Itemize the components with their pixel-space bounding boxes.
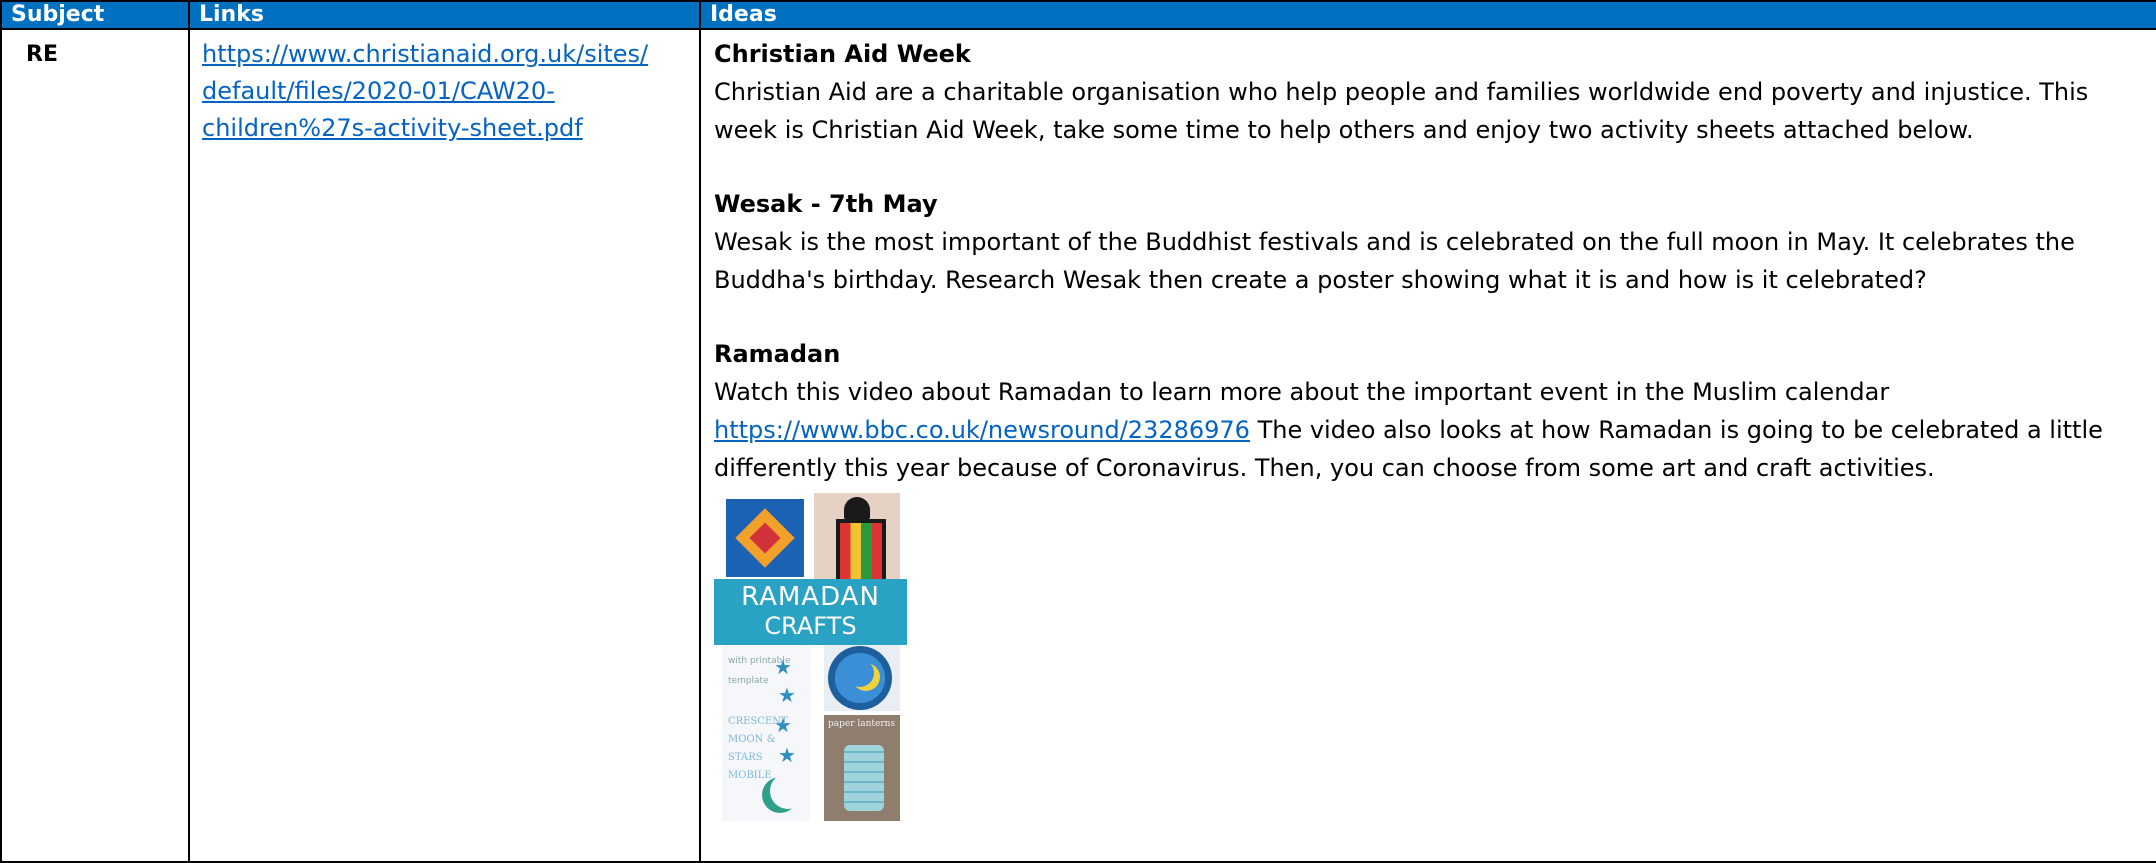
- link-line: https://www.christianaid.org.uk/sites/: [202, 40, 649, 68]
- header-row: Subject Links Ideas: [0, 0, 2156, 30]
- table-row: RE https://www.christianaid.org.uk/sites…: [0, 28, 2156, 863]
- star-icon: ★: [778, 683, 796, 707]
- wesak-body: Wesak is the most important of the Buddh…: [714, 228, 2075, 294]
- banner-line2: CRAFTS: [764, 612, 857, 640]
- subject-cell: RE: [0, 28, 190, 863]
- ramadan-crafts-image: RAMADAN CRAFTS with printable template ★…: [714, 493, 907, 822]
- crescent-moon-icon: [846, 659, 874, 687]
- ramadan-body-text: Watch this video about Ramadan to learn …: [714, 378, 1890, 406]
- ramadan-section: Ramadan Watch this video about Ramadan t…: [714, 336, 2156, 487]
- lantern-photo-tile: [814, 493, 900, 583]
- header-links: Links: [188, 0, 701, 30]
- christian-aid-section: Christian Aid Week Christian Aid are a c…: [714, 36, 2156, 149]
- ramadan-title: Ramadan: [714, 340, 841, 368]
- moon-plate-tile: [824, 645, 900, 711]
- crescent-moon-icon: [770, 773, 806, 809]
- link-line: default/files/2020-01/CAW20-: [202, 77, 555, 105]
- wesak-section: Wesak - 7th May Wesak is the most import…: [714, 186, 2156, 299]
- star-icon: ★: [774, 655, 792, 679]
- ideas-cell: Christian Aid Week Christian Aid are a c…: [699, 28, 2156, 863]
- paper-lanterns-label: paper lanterns: [828, 719, 896, 729]
- ramadan-body: Watch this video about Ramadan to learn …: [714, 373, 2156, 487]
- header-subject: Subject: [0, 0, 190, 30]
- ramadan-crafts-banner: RAMADAN CRAFTS: [714, 579, 907, 645]
- moon-stars-mobile-tile: with printable template ★ ★ ★ ★ CRESCENT…: [722, 645, 810, 821]
- christian-aid-body: Christian Aid are a charitable organisat…: [714, 78, 2089, 144]
- template-note: with printable template: [728, 656, 791, 686]
- header-ideas: Ideas: [699, 0, 2156, 30]
- paper-lantern-tile: paper lanterns: [824, 715, 900, 821]
- link-line: children%27s-activity-sheet.pdf: [202, 114, 583, 142]
- paper-lantern-icon: [844, 745, 884, 811]
- lantern-icon: [844, 497, 870, 519]
- christian-aid-title: Christian Aid Week: [714, 40, 971, 68]
- lantern-glass: [836, 519, 886, 583]
- wesak-title: Wesak - 7th May: [714, 190, 938, 218]
- bbc-newsround-link[interactable]: https://www.bbc.co.uk/newsround/23286976: [714, 416, 1250, 444]
- quilt-pattern-tile: [726, 499, 804, 577]
- christian-aid-activity-sheet-link[interactable]: https://www.christianaid.org.uk/sites/ d…: [202, 36, 691, 147]
- links-cell: https://www.christianaid.org.uk/sites/ d…: [188, 28, 701, 863]
- banner-line1: RAMADAN: [741, 582, 880, 612]
- activities-table: Subject Links Ideas RE https://www.chris…: [0, 0, 2156, 863]
